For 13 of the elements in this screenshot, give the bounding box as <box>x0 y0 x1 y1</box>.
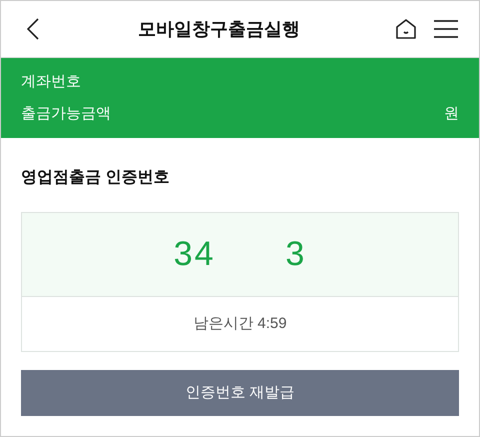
balance-label: 출금가능금액 <box>21 104 111 124</box>
back-icon <box>27 18 39 40</box>
home-button[interactable] <box>393 16 419 42</box>
code-digits: 34 <box>174 234 216 275</box>
menu-icon <box>434 20 458 38</box>
home-icon <box>395 18 417 40</box>
remaining-time: 남은시간 4:59 <box>193 314 287 334</box>
auth-title: 영업점출금 인증번호 <box>21 169 170 186</box>
account-label: 계좌번호 <box>21 72 81 92</box>
reissue-button[interactable]: 인증번호 재발급 <box>21 370 459 416</box>
page-title: 모바일창구출금실행 <box>138 18 300 38</box>
balance-unit: 원 <box>444 104 459 124</box>
code-digits: 3 <box>285 234 306 275</box>
